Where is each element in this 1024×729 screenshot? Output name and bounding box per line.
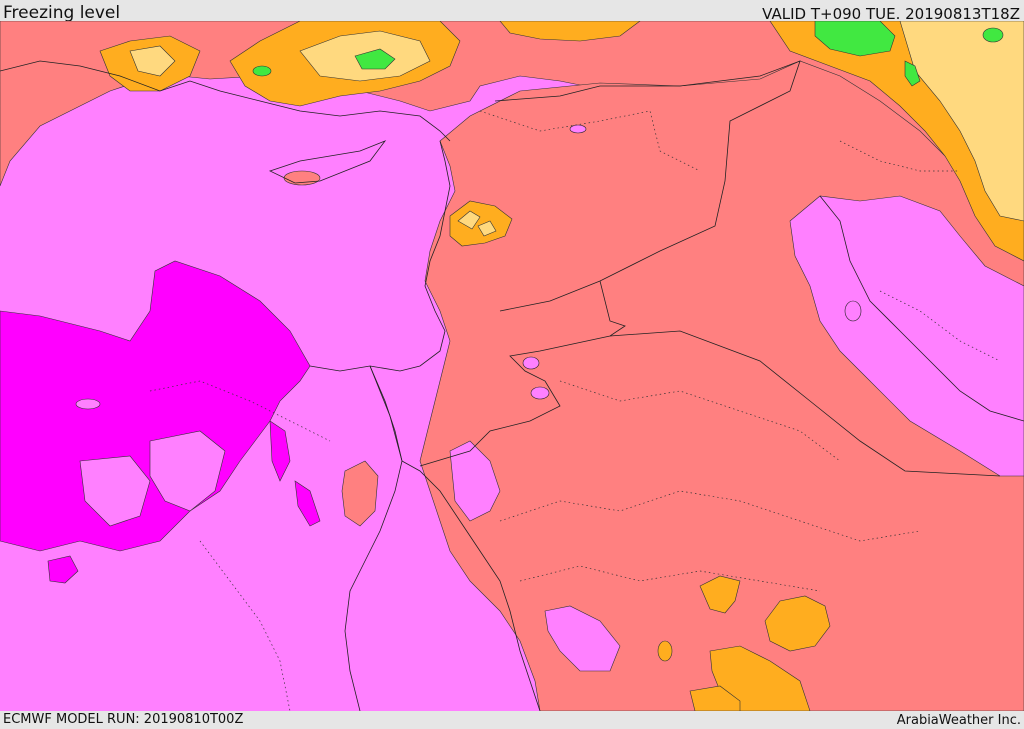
orange-patch-south-4	[657, 640, 673, 662]
small-island-2	[530, 386, 550, 400]
map-title: Freezing level	[3, 3, 121, 23]
header-bar: Freezing level VALID T+090 TUE. 20190813…	[0, 0, 1024, 23]
small-lake-1	[844, 300, 862, 322]
model-run-label: ECMWF MODEL RUN: 20190810T00Z	[3, 712, 244, 727]
small-island-1	[522, 356, 540, 370]
small-lake-2	[569, 124, 587, 134]
green-patch-ne-2	[982, 27, 1004, 43]
freezing-level-map	[0, 21, 1024, 711]
salmon-cyprus	[283, 170, 321, 186]
footer-bar: ECMWF MODEL RUN: 20190810T00Z ArabiaWeat…	[0, 711, 1024, 729]
credit-label: ArabiaWeather Inc.	[896, 713, 1021, 728]
map-canvas[interactable]	[0, 21, 1024, 711]
green-patch-small	[252, 65, 272, 77]
light-magenta-hole-3	[75, 398, 101, 410]
